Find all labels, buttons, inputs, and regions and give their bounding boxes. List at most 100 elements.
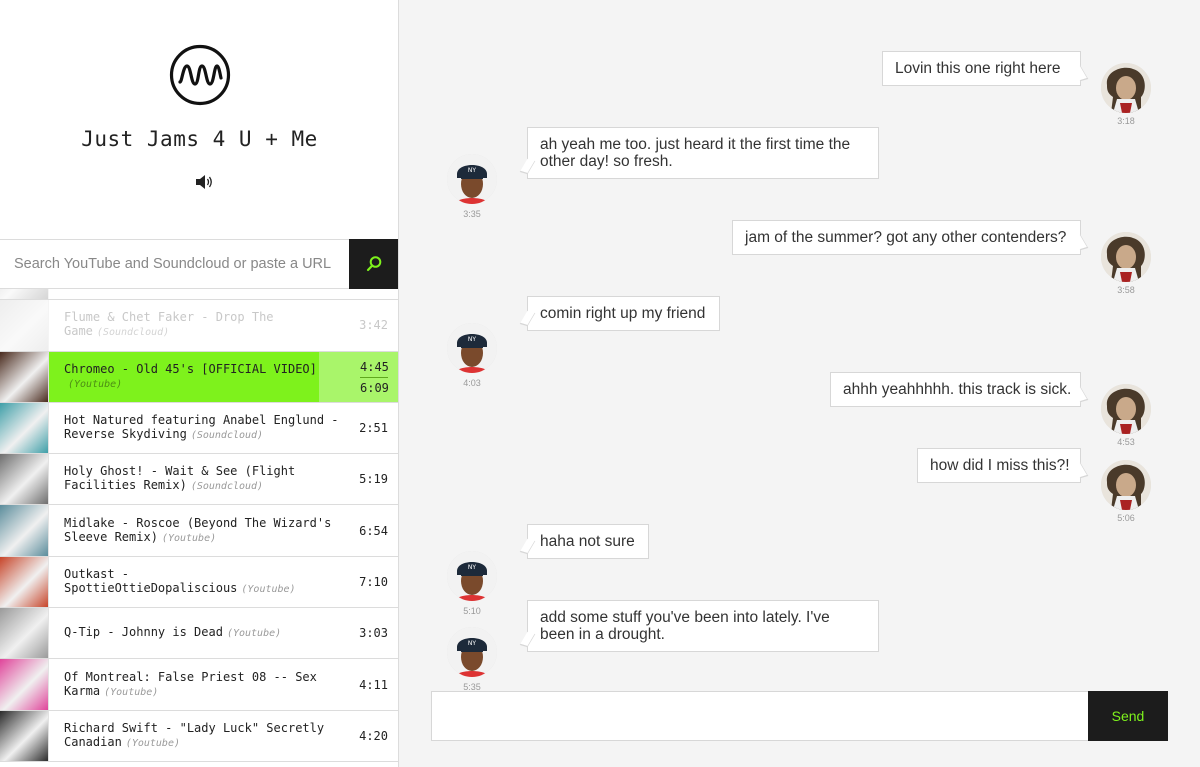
svg-text:NY: NY (468, 167, 476, 174)
app-title: Just Jams 4 U + Me (81, 127, 318, 151)
rapper-avatar-icon: NY (447, 323, 497, 373)
playlist-track[interactable]: Flume & Chet Faker - Drop The Game (Sound… (0, 300, 398, 352)
track-duration: 6:54 (359, 523, 388, 538)
track-duration: 4:20 (359, 728, 388, 743)
rapper-avatar[interactable]: NY (447, 551, 497, 601)
message-bubble: jam of the summer? got any other contend… (732, 220, 1081, 255)
search-button[interactable] (349, 239, 398, 289)
message-timestamp: 5:06 (1117, 513, 1135, 523)
message-bubble: how did I miss this?! (917, 448, 1081, 483)
track-thumbnail (0, 351, 49, 402)
playlist-track[interactable]: MØ) (Official Music Video)(Youtube)4:05 (0, 289, 398, 301)
rapper-avatar[interactable]: NY (447, 154, 497, 204)
svg-text:NY: NY (468, 336, 476, 343)
message-bubble: haha not sure (527, 524, 649, 559)
track-title: Richard Swift - "Lady Luck" Secretly Can… (64, 720, 325, 749)
track-thumbnail (0, 289, 49, 300)
svg-text:NY: NY (468, 640, 476, 647)
track-title: Q-Tip - Johnny is Dead (64, 625, 223, 640)
beethoven-avatar-icon (1101, 63, 1151, 113)
rapper-avatar[interactable]: NY (447, 323, 497, 373)
track-info: Holy Ghost! - Wait & See (Flight Facilit… (64, 464, 344, 494)
playlist-track[interactable]: Holy Ghost! - Wait & See (Flight Facilit… (0, 454, 398, 506)
playlist-track[interactable]: Q-Tip - Johnny is Dead (Youtube) 3:03 (0, 608, 398, 660)
track-list: MØ) (Official Music Video)(Youtube)4:05 F… (0, 289, 398, 762)
track-duration: 6:09 (360, 380, 389, 395)
track-info: Flume & Chet Faker - Drop The Game (Sound… (64, 310, 344, 340)
message-bubble: comin right up my friend (527, 296, 720, 331)
message-timestamp: 4:03 (463, 378, 481, 388)
playlist-track[interactable]: Of Montreal: False Priest 08 -- Sex Karm… (0, 659, 398, 711)
playlist-track[interactable]: Hot Natured featuring Anabel Englund - R… (0, 402, 398, 455)
beethoven-avatar[interactable] (1101, 63, 1151, 113)
player-panel: Just Jams 4 U + Me MØ) (Official Music V… (0, 0, 399, 767)
track-thumbnail (0, 556, 49, 608)
svg-text:NY: NY (468, 564, 476, 571)
track-elapsed: 4:45 (360, 359, 389, 374)
track-source: (Youtube) (104, 686, 159, 698)
chat-panel: Lovin this one right here 3:18 ah yeah me … (400, 0, 1200, 767)
track-source: (Youtube) (68, 378, 123, 390)
track-duration: 4:11 (359, 677, 388, 692)
track-info: Q-Tip - Johnny is Dead (Youtube) (64, 625, 344, 641)
now-playing-track[interactable]: Chromeo - Old 45's [OFFICIAL VIDEO] (Yout… (0, 351, 398, 403)
track-info: Outkast - SpottieOttieDopaliscious (Youtu… (64, 567, 344, 597)
sine-wave-logo-icon (169, 44, 231, 106)
playlist: MØ) (Official Music Video)(Youtube)4:05 F… (0, 289, 398, 767)
track-thumbnail (0, 659, 49, 710)
track-thumbnail (0, 608, 49, 659)
message-timestamp: 3:35 (463, 209, 481, 219)
rapper-avatar-icon: NY (447, 551, 497, 601)
track-info: Chromeo - Old 45's [OFFICIAL VIDEO] (Yout… (64, 362, 344, 392)
message-bubble: add some stuff you've been into lately. … (527, 600, 879, 652)
message-bubble: ah yeah me too. just heard it the first … (527, 127, 879, 179)
compose-bar: Send (431, 691, 1168, 741)
track-time: 4:45 6:09 (360, 359, 389, 396)
track-source: (Soundcloud) (96, 327, 170, 339)
rapper-avatar-icon: NY (447, 627, 497, 677)
beethoven-avatar-icon (1101, 232, 1151, 282)
message-timestamp: 3:58 (1117, 285, 1135, 295)
send-button[interactable]: Send (1088, 691, 1168, 741)
track-duration: 3:03 (359, 626, 388, 641)
beethoven-avatar-icon (1101, 460, 1151, 510)
track-thumbnail (0, 710, 49, 761)
track-title: Outkast - SpottieOttieDopaliscious (64, 566, 238, 595)
track-info: Of Montreal: False Priest 08 -- Sex Karm… (64, 670, 344, 700)
track-info: Midlake - Roscoe (Beyond The Wizard's Sl… (64, 516, 344, 546)
track-title: Of Montreal: False Priest 08 -- Sex Karm… (64, 669, 317, 698)
message-bubble: Lovin this one right here (882, 51, 1081, 86)
track-source: (Soundcloud) (190, 481, 264, 493)
track-title: Chromeo - Old 45's [OFFICIAL VIDEO] (64, 361, 317, 376)
message-input[interactable] (432, 692, 1087, 740)
rapper-avatar[interactable]: NY (447, 627, 497, 677)
beethoven-avatar[interactable] (1101, 232, 1151, 282)
playlist-track[interactable]: Richard Swift - "Lady Luck" Secretly Can… (0, 710, 398, 762)
track-source: (Youtube) (125, 737, 180, 749)
track-duration: 2:51 (359, 421, 388, 436)
track-source: (Soundcloud) (190, 430, 264, 442)
track-source: (Youtube) (226, 628, 282, 640)
rapper-avatar-icon: NY (447, 154, 497, 204)
message-timestamp: 3:18 (1117, 116, 1135, 126)
track-info: Richard Swift - "Lady Luck" Secretly Can… (64, 721, 344, 751)
speaker-icon[interactable] (194, 172, 214, 192)
track-duration: 3:42 (359, 318, 388, 333)
track-source: (Youtube) (241, 583, 296, 595)
search-input[interactable] (0, 240, 349, 288)
beethoven-avatar[interactable] (1101, 460, 1151, 510)
message-bubble: ahhh yeahhhhh. this track is sick. (830, 372, 1081, 407)
beethoven-avatar[interactable] (1101, 384, 1151, 434)
track-duration: 5:19 (359, 472, 388, 487)
playlist-track[interactable]: Midlake - Roscoe (Beyond The Wizard's Sl… (0, 505, 398, 557)
track-thumbnail (0, 505, 49, 556)
message-timestamp: 4:53 (1117, 437, 1135, 447)
track-thumbnail (0, 454, 49, 505)
track-thumbnail (0, 300, 49, 351)
track-info: Hot Natured featuring Anabel Englund - R… (64, 413, 344, 443)
track-duration: 7:10 (359, 574, 388, 589)
search-bar (0, 239, 398, 289)
playlist-track[interactable]: Outkast - SpottieOttieDopaliscious (Youtu… (0, 556, 398, 609)
search-icon (366, 256, 382, 272)
message-timestamp: 5:10 (463, 606, 481, 616)
